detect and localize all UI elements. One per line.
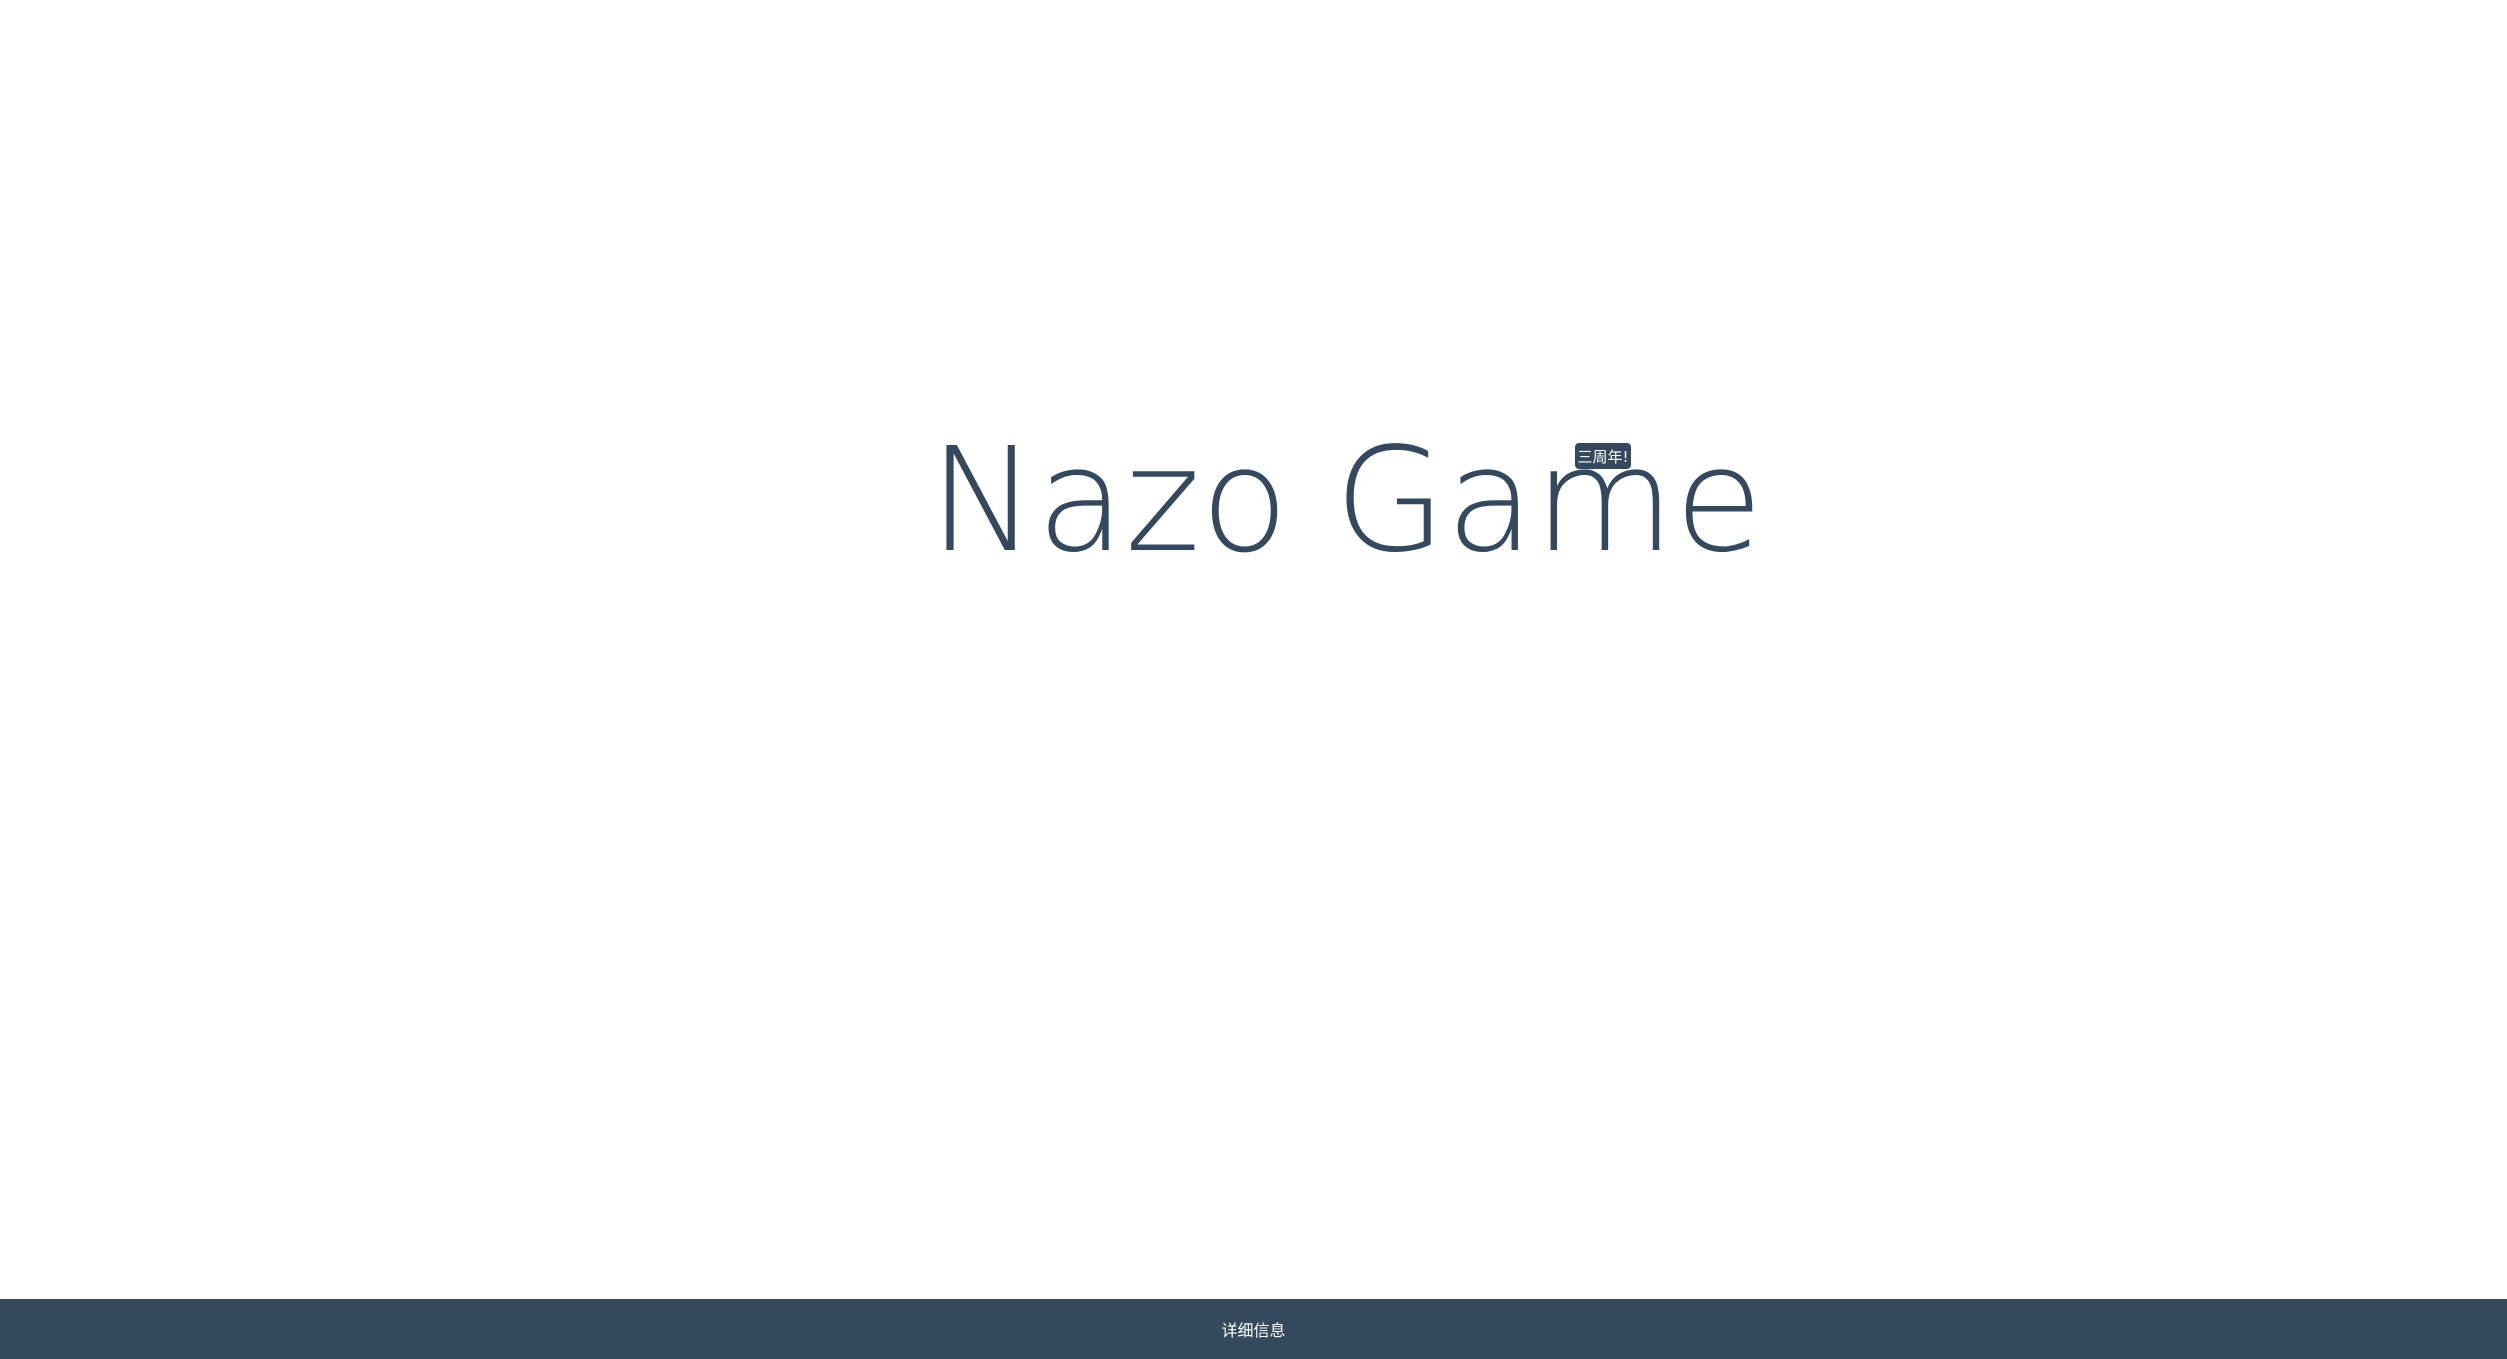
anniversary-badge: 三周年! bbox=[1575, 443, 1631, 469]
details-link[interactable]: 详细信息 bbox=[1221, 1317, 1285, 1341]
footer-bar: 详细信息 bbox=[0, 1299, 2507, 1359]
page: Nazo Game 三周年! 详细信息 bbox=[0, 0, 2507, 1359]
page-title: Nazo Game bbox=[929, 416, 1764, 584]
